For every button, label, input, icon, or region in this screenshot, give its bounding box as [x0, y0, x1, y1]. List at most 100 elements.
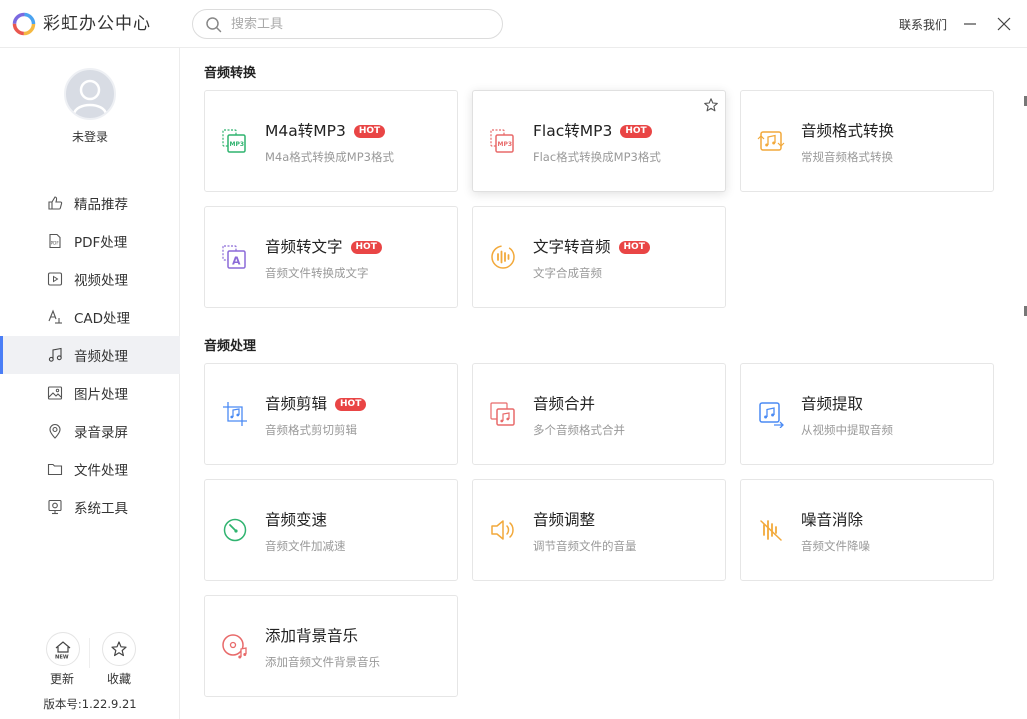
- m4a-to-mp3-icon: MP3: [222, 129, 246, 153]
- sidebar: 未登录 精品推荐 PDF PDF处理 视频处理 CAD处理 音频处理 图片处理 …: [0, 48, 180, 719]
- sidebar-item-video[interactable]: 视频处理: [0, 260, 180, 298]
- close-icon[interactable]: [994, 14, 1014, 34]
- card-title: 音频转文字 HOT: [265, 235, 382, 257]
- card-description: 音频文件加减速: [265, 539, 346, 553]
- cad-icon: [46, 308, 64, 326]
- update-button[interactable]: NEW: [46, 632, 80, 666]
- pdf-icon: PDF: [46, 232, 64, 250]
- sidebar-nav: 精品推荐 PDF PDF处理 视频处理 CAD处理 音频处理 图片处理 录音录屏…: [0, 184, 180, 526]
- sidebar-item-recommended[interactable]: 精品推荐: [0, 184, 180, 222]
- home-new-icon: NEW: [55, 641, 71, 661]
- main-content: 音频转换 MP3 M4a转MP3 HOT M4a格式转换成MP3格式 MP3 Fl…: [181, 48, 1027, 719]
- record-icon: [46, 422, 64, 440]
- svg-text:MP3: MP3: [498, 141, 513, 148]
- sidebar-item-system[interactable]: 系统工具: [0, 488, 180, 526]
- login-status[interactable]: 未登录: [0, 128, 180, 145]
- update-label: 更新: [49, 672, 74, 686]
- video-icon: [46, 270, 64, 288]
- card-description: M4a格式转换成MP3格式: [265, 150, 394, 164]
- favorite-star-icon[interactable]: [703, 97, 719, 113]
- background-music-icon: [222, 634, 247, 659]
- card-title: 音频变速: [265, 511, 328, 529]
- card-description: 音频格式剪切剪辑: [265, 423, 357, 437]
- user-icon: [72, 79, 108, 115]
- sidebar-item-label: 音频处理: [74, 349, 128, 365]
- tool-card-text-to-audio[interactable]: 文字转音频 HOT 文字合成音频: [472, 206, 726, 308]
- tool-card-audio-extract[interactable]: 音频提取 从视频中提取音频: [740, 363, 994, 465]
- sidebar-item-label: 图片处理: [74, 387, 128, 403]
- star-icon: [111, 641, 127, 657]
- volume-icon: [491, 520, 514, 540]
- minimize-icon[interactable]: [960, 14, 980, 34]
- sidebar-item-audio[interactable]: 音频处理: [0, 336, 180, 374]
- avatar[interactable]: [64, 68, 116, 120]
- card-description: 调节音频文件的音量: [533, 539, 637, 553]
- card-title: 音频提取: [801, 395, 864, 413]
- tool-card-m4a-to-mp3[interactable]: MP3 M4a转MP3 HOT M4a格式转换成MP3格式: [204, 90, 458, 192]
- hot-badge: HOT: [335, 398, 367, 411]
- card-description: 添加音频文件背景音乐: [265, 655, 380, 669]
- sidebar-item-image[interactable]: 图片处理: [0, 374, 180, 412]
- audio-extract-icon: [759, 402, 784, 428]
- folder-icon: [46, 460, 64, 478]
- audio-merge-icon: [490, 402, 515, 426]
- favorites-button[interactable]: [102, 632, 136, 666]
- version-text: 版本号:1.22.9.21: [43, 697, 137, 711]
- card-title: M4a转MP3 HOT: [265, 119, 386, 141]
- tool-card-background-music[interactable]: 添加背景音乐 添加音频文件背景音乐: [204, 595, 458, 697]
- card-description: 从视频中提取音频: [801, 423, 893, 437]
- sidebar-item-label: 精品推荐: [74, 197, 128, 213]
- card-description: 音频文件转换成文字: [265, 266, 369, 280]
- audio-convert-icon: [757, 131, 785, 151]
- image-icon: [46, 384, 64, 402]
- sidebar-item-label: PDF处理: [74, 235, 128, 251]
- card-title: Flac转MP3 HOT: [533, 119, 652, 141]
- card-title: 音频调整: [533, 511, 596, 529]
- thumbs-up-icon: [46, 194, 64, 212]
- hot-badge: HOT: [353, 125, 386, 138]
- sidebar-item-label: 视频处理: [74, 273, 128, 289]
- card-title: 添加背景音乐: [265, 627, 359, 645]
- sidebar-item-file[interactable]: 文件处理: [0, 450, 180, 488]
- section-title-audio-process: 音频处理: [204, 339, 257, 354]
- tool-card-volume-adjust[interactable]: 音频调整 调节音频文件的音量: [472, 479, 726, 581]
- svg-text:MP3: MP3: [230, 141, 245, 148]
- tool-card-noise-removal[interactable]: 噪音消除 音频文件降噪: [740, 479, 994, 581]
- sidebar-item-pdf[interactable]: PDF PDF处理: [0, 222, 180, 260]
- card-description: 多个音频格式合并: [533, 423, 625, 437]
- search-box[interactable]: [192, 9, 503, 39]
- tool-card-audio-speed[interactable]: 音频变速 音频文件加减速: [204, 479, 458, 581]
- bottom-divider: [89, 638, 90, 668]
- tool-card-audio-merge[interactable]: 音频合并 多个音频格式合并: [472, 363, 726, 465]
- audio-speed-icon: [223, 518, 247, 542]
- title-bar: 彩虹办公中心 联系我们: [0, 0, 1027, 48]
- sidebar-item-label: CAD处理: [74, 311, 131, 327]
- contact-us-link[interactable]: 联系我们: [899, 16, 947, 33]
- search-input[interactable]: [231, 14, 491, 34]
- card-description: 常规音频格式转换: [801, 150, 893, 164]
- text-to-audio-icon: [491, 245, 515, 269]
- svg-text:PDF: PDF: [51, 241, 60, 246]
- svg-text:A: A: [232, 255, 241, 268]
- sidebar-item-cad[interactable]: CAD处理: [0, 298, 180, 336]
- card-description: Flac格式转换成MP3格式: [533, 150, 661, 164]
- sidebar-item-label: 系统工具: [74, 501, 128, 517]
- card-description: 文字合成音频: [533, 266, 602, 280]
- system-icon: [46, 498, 64, 516]
- music-note-icon: [46, 346, 64, 364]
- audio-to-text-icon: A: [222, 245, 246, 269]
- tool-card-audio-format-convert[interactable]: 音频格式转换 常规音频格式转换: [740, 90, 994, 192]
- flac-to-mp3-icon: MP3: [490, 129, 514, 153]
- tool-card-flac-to-mp3[interactable]: MP3 Flac转MP3 HOT Flac格式转换成MP3格式: [472, 90, 726, 192]
- tool-card-audio-to-text[interactable]: A 音频转文字 HOT 音频文件转换成文字: [204, 206, 458, 308]
- section-title-audio-convert: 音频转换: [204, 66, 257, 81]
- tool-card-audio-cut[interactable]: 音频剪辑 HOT 音频格式剪切剪辑: [204, 363, 458, 465]
- hot-badge: HOT: [350, 241, 382, 254]
- app-title: 彩虹办公中心: [43, 14, 151, 34]
- sidebar-item-label: 文件处理: [74, 463, 128, 479]
- new-badge: NEW: [55, 655, 69, 661]
- card-title: 噪音消除: [801, 511, 864, 529]
- audio-cut-icon: [223, 402, 247, 426]
- favorites-label: 收藏: [106, 672, 131, 686]
- sidebar-item-record[interactable]: 录音录屏: [0, 412, 180, 450]
